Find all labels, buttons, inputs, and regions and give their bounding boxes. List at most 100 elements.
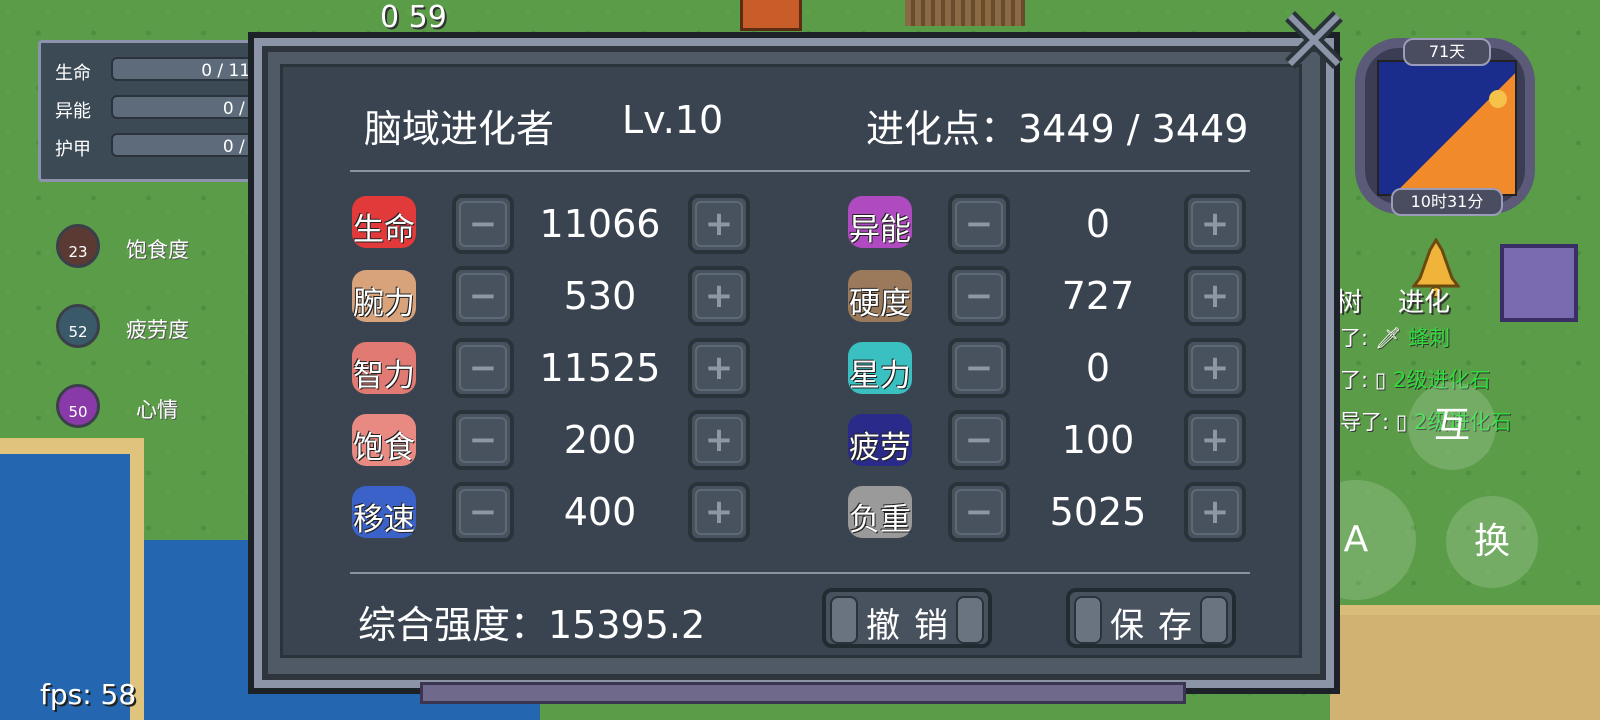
divider [350,572,1250,574]
fps-counter: fps: 58 [40,678,137,711]
load-plus-button[interactable]: + [1184,482,1246,542]
wind-icon: 移速 [348,482,420,542]
minus-icon: − [468,492,498,532]
evolution-points: 进化点：3449 / 3449 [866,107,1249,151]
attr-value: 100 [1061,418,1135,462]
save-button[interactable]: 保存 [1066,588,1236,648]
attr-name: 腕力 [353,286,415,322]
day-counter: 71天 [1403,38,1491,66]
plus-icon: + [704,492,734,532]
save-label: 保存 [1110,606,1206,646]
sky-dial [1377,60,1517,196]
undo-button[interactable]: 撤销 [822,588,992,648]
stat-label: 生命 [55,63,91,84]
attr-value: 400 [563,490,637,534]
load-minus-button[interactable]: − [948,482,1010,542]
fence [905,0,1025,26]
strength-minus-button[interactable]: − [452,266,514,326]
minus-icon: − [468,204,498,244]
attr-value: 727 [1061,274,1135,318]
minus-icon: − [468,420,498,460]
satiety-plus-button[interactable]: + [688,410,750,470]
plus-icon: + [1200,420,1230,460]
fist-icon: 腕力 [348,266,420,326]
psi-star-icon: 异能 [844,192,916,252]
speed-plus-button[interactable]: + [688,482,750,542]
attr-name: 智力 [353,358,415,394]
plus-icon: + [704,348,734,388]
tab-evolve[interactable]: 进化 [1398,282,1450,319]
dialog-rail [420,682,1186,704]
hp-plus-button[interactable]: + [688,194,750,254]
stat-label: 护甲 [55,139,91,160]
hp-minus-button[interactable]: − [452,194,514,254]
attr-name: 负重 [849,502,911,538]
hunger-icon: 23 [56,224,100,268]
attr-value: 5025 [1049,490,1147,534]
fatigue-minus-button[interactable]: − [948,410,1010,470]
hardness-minus-button[interactable]: − [948,266,1010,326]
crystal-star-icon: 星力 [844,338,916,398]
day-clock: 71天 10时31分 [1355,38,1535,216]
attr-name: 星力 [849,358,911,394]
plus-icon: + [1200,492,1230,532]
speed-minus-button[interactable]: − [452,482,514,542]
need-label: 心情 [136,398,178,422]
plus-icon: + [1200,276,1230,316]
strength-plus-button[interactable]: + [688,266,750,326]
psi-plus-button[interactable]: + [1184,194,1246,254]
log-prefix: 了: [1340,368,1369,392]
fatigue-cloud-icon: 疲劳 [844,410,916,470]
switch-button[interactable]: 换 [1446,496,1538,588]
item-icon: ▯ [1374,368,1387,392]
plus-icon: + [704,420,734,460]
attr-name: 疲劳 [849,430,911,466]
stat-psi: 异能 0 / 0 [55,95,271,122]
character-level: Lv.10 [622,98,724,142]
attr-name: 饱食 [353,430,415,466]
sun-icon [1489,90,1507,108]
shoreline [0,438,140,450]
fatigue-plus-button[interactable]: + [1184,410,1246,470]
need-label: 疲劳度 [126,318,189,342]
minus-icon: − [964,276,994,316]
interact-button[interactable]: 互 [1408,382,1496,470]
weight-icon: 负重 [844,482,916,542]
house [740,0,802,31]
intellect-plus-button[interactable]: + [688,338,750,398]
overall-strength: 综合强度：15395.2 [358,603,706,647]
attr-value: 0 [1085,202,1111,246]
quest-scroll-icon[interactable] [1500,244,1578,322]
undo-label: 撤销 [866,606,962,646]
minus-icon: − [964,348,994,388]
item-icon: 🗡 [1374,326,1402,350]
starpower-minus-button[interactable]: − [948,338,1010,398]
intellect-minus-button[interactable]: − [452,338,514,398]
close-icon[interactable] [1284,10,1344,70]
psi-bar: 0 / 0 [111,95,271,119]
attr-value: 11525 [539,346,661,390]
pickup-log-line: 了: 🗡 蜂刺 [1340,322,1450,352]
shoreline [1330,605,1600,615]
plus-icon: + [704,204,734,244]
starpower-plus-button[interactable]: + [1184,338,1246,398]
psi-minus-button[interactable]: − [948,194,1010,254]
hp-bar: 0 / 110 [111,57,271,81]
divider [350,170,1250,172]
stomach-icon: 饱食 [348,410,420,470]
satiety-minus-button[interactable]: − [452,410,514,470]
log-prefix: 了: [1340,326,1369,350]
need-label: 饱食度 [126,238,189,262]
minus-icon: − [468,276,498,316]
hardness-plus-button[interactable]: + [1184,266,1246,326]
sand-terrain [1330,615,1600,720]
mood-icon: 50 [56,384,100,428]
attr-value: 11066 [539,202,661,246]
character-name: 脑域进化者 [364,107,555,151]
minus-icon: − [964,420,994,460]
brain-icon: 智力 [348,338,420,398]
armor-bar: 0 / 0 [111,133,271,157]
plus-icon: + [1200,348,1230,388]
attr-value: 530 [563,274,637,318]
player-stats-panel: 生命 0 / 110 异能 0 / 0 护甲 0 / 0 [38,40,271,182]
